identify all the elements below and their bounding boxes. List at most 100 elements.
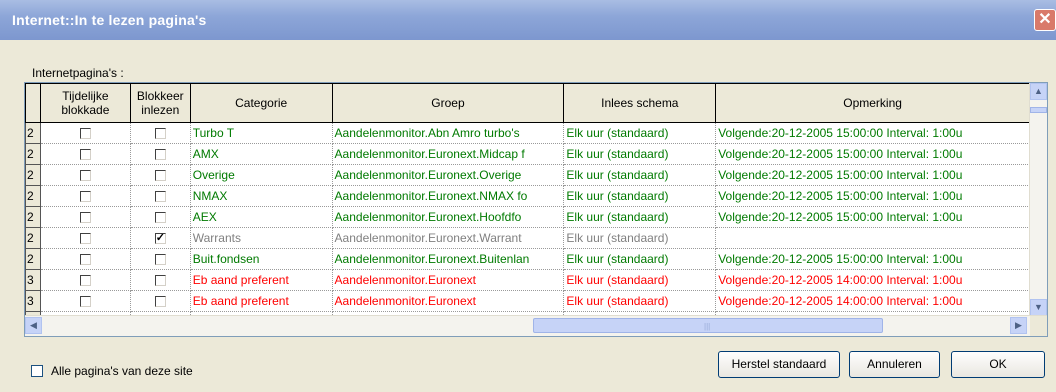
row-header: 3 [25, 290, 41, 312]
all-pages-checkbox-box[interactable] [31, 365, 43, 377]
categorie-cell: Turbo T [190, 122, 333, 144]
opmerking-cell: Volgende:20-12-2005 15:00:00 Interval: 1… [715, 185, 1030, 207]
blokkeer-inlezen-checkbox [130, 290, 191, 312]
checkbox[interactable] [79, 275, 91, 287]
checkbox[interactable] [154, 149, 166, 161]
row-header: 2 [25, 248, 41, 270]
horizontal-scroll-thumb[interactable]: ||| [533, 318, 883, 333]
scroll-corner [1030, 316, 1047, 336]
groep-cell: Aandelenmonitor.Euronext.Hoofdfo [332, 206, 565, 228]
groep-cell: Aandelenmonitor.Euronext.Midcap f [332, 143, 565, 165]
tijdelijke-blokkade-checkbox [40, 248, 131, 270]
checkbox[interactable] [79, 296, 91, 308]
blokkeer-inlezen-checkbox [130, 143, 191, 165]
pages-section-label: Internetpagina's : [32, 66, 124, 80]
groep-cell: Aandelenmonitor.Euronext [332, 290, 565, 312]
schema-cell: Elk uur (standaard) [563, 290, 717, 312]
tijdelijke-blokkade-checkbox [40, 227, 131, 249]
opmerking-cell [715, 227, 1030, 249]
schema-cell: Elk uur (standaard) [563, 185, 717, 207]
vertical-scrollbar[interactable]: ▲ ▼ [1029, 83, 1047, 316]
grip-icon: ||| [704, 322, 711, 331]
row-header-corner [25, 83, 41, 123]
table-row[interactable]: 2 AEX Aandelenmonitor.Euronext.Hoofdfo Elk … [25, 206, 1030, 228]
scroll-left-icon[interactable]: ◀ [25, 317, 42, 334]
checkbox[interactable] [79, 170, 91, 182]
ok-button[interactable]: OK [951, 351, 1045, 378]
dialog-window: Internet::In te lezen pagina's ✕ Interne… [0, 0, 1056, 392]
header-line: Tijdelijke [62, 89, 109, 103]
blokkeer-inlezen-checkbox [130, 185, 191, 207]
col-header-categorie[interactable]: Categorie [189, 83, 333, 123]
table-row[interactable]: 3 Eb aand preferent Aandelenmonitor.Eurone… [25, 290, 1030, 312]
checkbox[interactable] [79, 212, 91, 224]
opmerking-cell: Volgende:20-12-2005 15:00:00 Interval: 1… [715, 143, 1030, 165]
vertical-scroll-thumb[interactable] [1030, 107, 1047, 113]
all-pages-checkbox[interactable]: Alle pagina's van deze site [31, 364, 193, 378]
checkbox[interactable] [79, 191, 91, 203]
blokkeer-inlezen-checkbox [130, 227, 191, 249]
blokkeer-inlezen-checkbox [130, 164, 191, 186]
checkbox[interactable] [154, 254, 166, 266]
col-header-groep[interactable]: Groep [331, 83, 565, 123]
table-row[interactable]: 2 AMX Aandelenmonitor.Euronext.Midcap f Elk… [25, 143, 1030, 165]
blokkeer-inlezen-checkbox [130, 269, 191, 291]
checkbox[interactable] [154, 191, 166, 203]
checkbox[interactable] [154, 170, 166, 182]
scroll-up-icon[interactable]: ▲ [1030, 83, 1047, 100]
close-icon[interactable]: ✕ [1034, 9, 1056, 31]
schema-cell: Elk uur (standaard) [563, 206, 717, 228]
checkbox[interactable] [79, 254, 91, 266]
scroll-right-icon[interactable]: ▶ [1010, 317, 1027, 334]
opmerking-cell: Volgende:20-12-2005 15:00:00 Interval: 1… [715, 122, 1030, 144]
header-line: inlezen [141, 103, 180, 117]
row-header: 3 [25, 269, 41, 291]
tijdelijke-blokkade-checkbox [40, 143, 131, 165]
scroll-down-icon[interactable]: ▼ [1030, 299, 1047, 316]
checkbox[interactable] [79, 233, 91, 245]
herstel-standaard-button[interactable]: Herstel standaard [718, 351, 840, 378]
col-header-tijdelijke-blokkade[interactable]: Tijdelijke blokkade [39, 83, 131, 123]
opmerking-cell: Volgende:20-12-2005 14:00:00 Interval: 1… [715, 269, 1030, 291]
schema-cell: Elk uur (standaard) [563, 164, 717, 186]
opmerking-cell: Volgende:20-12-2005 15:00:00 Interval: 1… [715, 248, 1030, 270]
tijdelijke-blokkade-checkbox [40, 185, 131, 207]
table-row[interactable]: 2 Overige Aandelenmonitor.Euronext.Overige… [25, 164, 1030, 186]
schema-cell: Elk uur (standaard) [563, 143, 717, 165]
table-row[interactable]: 3 Eb aand preferent Aandelenmonitor.Eurone… [25, 269, 1030, 291]
col-header-blokkeer-inlezen[interactable]: Blokkeer inlezen [129, 83, 191, 123]
checkbox[interactable] [154, 128, 166, 140]
categorie-cell: NMAX [190, 185, 333, 207]
table-row[interactable]: 2 NMAX Aandelenmonitor.Euronext.NMAX fo Elk… [25, 185, 1030, 207]
groep-cell: Aandelenmonitor.Euronext [332, 269, 565, 291]
header-line: Blokkeer [136, 89, 184, 103]
pages-grid[interactable]: Tijdelijke blokkade Blokkeer inlezen Categ… [24, 82, 1048, 337]
row-header: 2 [25, 185, 41, 207]
groep-cell: Aandelenmonitor.Euronext.NMAX fo [332, 185, 565, 207]
row-header: 2 [25, 122, 41, 144]
table-row[interactable]: 2 Turbo T Aandelenmonitor.Abn Amro turbo's… [25, 122, 1030, 144]
tijdelijke-blokkade-checkbox [40, 206, 131, 228]
table-row[interactable]: 2 Buit.fondsen Aandelenmonitor.Euronext.Bu… [25, 248, 1030, 270]
header-line: blokkade [61, 103, 110, 117]
categorie-cell: Buit.fondsen [190, 248, 333, 270]
schema-cell: Elk uur (standaard) [563, 269, 717, 291]
blokkeer-inlezen-checkbox [130, 206, 191, 228]
opmerking-cell: Volgende:20-12-2005 15:00:00 Interval: 1… [715, 164, 1030, 186]
checkbox[interactable] [154, 231, 166, 245]
table-row[interactable]: 2 WarrantsAandelenmonitor.Euronext.Warran… [25, 227, 1030, 249]
horizontal-scrollbar[interactable]: ◀ ||| ▶ [25, 315, 1047, 336]
schema-cell: Elk uur (standaard) [563, 248, 717, 270]
col-header-opmerking[interactable]: Opmerking [715, 83, 1030, 123]
checkbox[interactable] [154, 296, 166, 308]
col-header-inlees-schema[interactable]: Inlees schema [563, 83, 717, 123]
checkbox[interactable] [154, 275, 166, 287]
categorie-cell: AMX [190, 143, 333, 165]
annuleren-button[interactable]: Annuleren [849, 351, 940, 378]
checkbox[interactable] [154, 212, 166, 224]
checkbox[interactable] [79, 128, 91, 140]
checkbox[interactable] [79, 149, 91, 161]
all-pages-label: Alle pagina's van deze site [51, 364, 193, 378]
tijdelijke-blokkade-checkbox [40, 122, 131, 144]
tijdelijke-blokkade-checkbox [40, 164, 131, 186]
